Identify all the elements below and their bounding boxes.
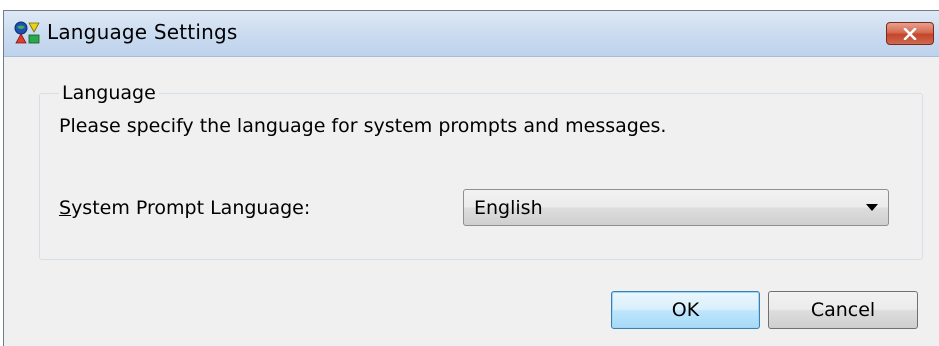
- label-mnemonic: S: [59, 197, 72, 219]
- window-title: Language Settings: [47, 20, 238, 44]
- groupbox-legend: Language: [59, 82, 159, 104]
- language-description: Please specify the language for system p…: [59, 115, 667, 137]
- chevron-down-icon: [866, 204, 878, 211]
- language-settings-dialog: Language Settings Language Please specif…: [3, 10, 939, 346]
- label-text: ystem Prompt Language:: [71, 197, 311, 219]
- close-icon: [903, 27, 917, 40]
- title-bar[interactable]: Language Settings: [4, 11, 939, 57]
- system-prompt-language-label: System Prompt Language:: [59, 197, 310, 219]
- system-prompt-language-select[interactable]: English: [463, 189, 889, 226]
- close-button[interactable]: [886, 22, 934, 45]
- language-app-icon: [14, 21, 40, 44]
- selected-language: English: [474, 197, 543, 219]
- cancel-button[interactable]: Cancel: [768, 291, 918, 329]
- ok-button[interactable]: OK: [611, 291, 760, 329]
